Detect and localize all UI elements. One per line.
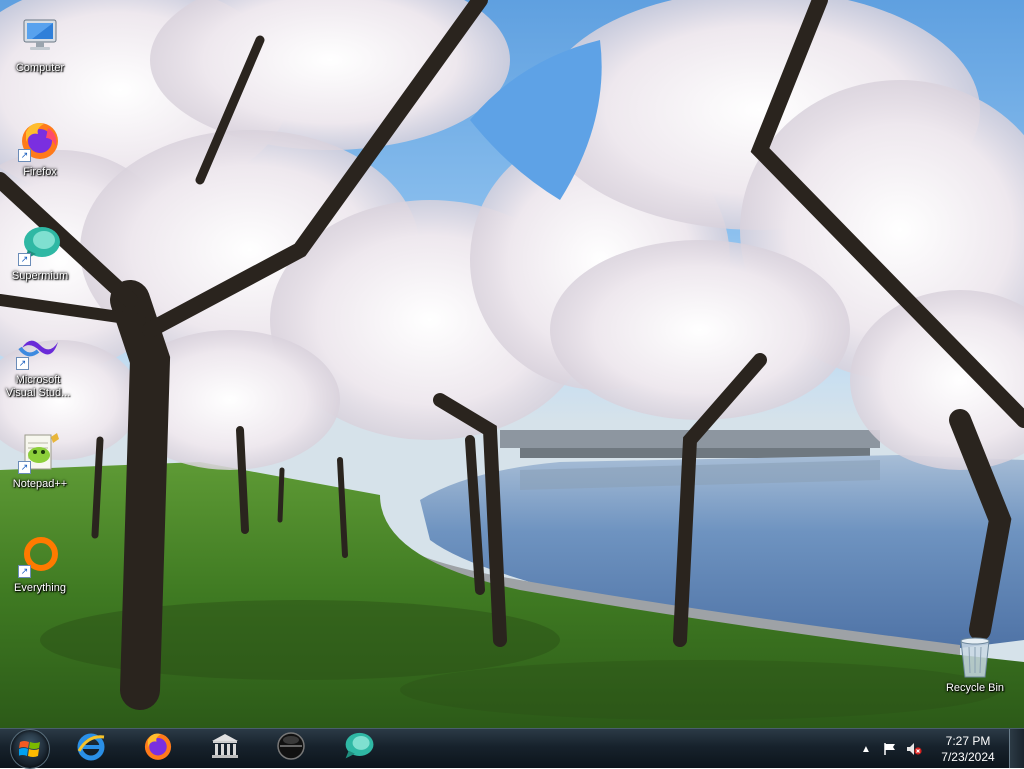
supermium-icon bbox=[341, 730, 375, 767]
windows-logo-icon bbox=[10, 729, 50, 769]
desktop-icon-label: Supermium bbox=[11, 270, 69, 282]
desktop-icon-label: Microsoft Visual Stud... bbox=[5, 374, 71, 399]
everything-search-icon: ↗ bbox=[16, 532, 64, 580]
desktop-icon-everything[interactable]: ↗ Everything bbox=[2, 528, 78, 612]
desktop-icon-supermium[interactable]: ↗ Supermium bbox=[2, 216, 78, 300]
taskbar-library[interactable] bbox=[197, 730, 253, 767]
desktop-icon-computer[interactable]: Computer bbox=[2, 8, 78, 92]
taskbar-firefox[interactable] bbox=[130, 730, 186, 767]
desktop-icon-label: Firefox bbox=[23, 166, 57, 178]
desktop-icon-notepad-plus-plus[interactable]: ↗ Notepad++ bbox=[2, 424, 78, 508]
volume-muted-icon[interactable] bbox=[906, 741, 922, 757]
show-desktop-button[interactable] bbox=[1009, 729, 1024, 768]
taskbar-dark-orb-app[interactable] bbox=[263, 730, 319, 767]
visual-studio-icon: ↗ bbox=[14, 324, 62, 372]
start-button[interactable] bbox=[4, 729, 56, 769]
library-icon bbox=[210, 732, 240, 765]
clock-time: 7:27 PM bbox=[945, 734, 991, 748]
shortcut-arrow-icon: ↗ bbox=[16, 357, 29, 370]
firefox-icon bbox=[142, 730, 174, 767]
recycle-bin-icon bbox=[951, 632, 999, 680]
supermium-icon: ↗ bbox=[16, 220, 64, 268]
shortcut-arrow-icon: ↗ bbox=[18, 565, 31, 578]
taskbar-clock[interactable]: 7:27 PM 7/23/2024 bbox=[938, 733, 998, 765]
desktop-icon-recycle-bin[interactable]: Recycle Bin bbox=[937, 628, 1013, 712]
shortcut-arrow-icon: ↗ bbox=[18, 461, 31, 474]
firefox-icon: ↗ bbox=[16, 116, 64, 164]
clock-date: 7/23/2024 bbox=[941, 750, 995, 764]
show-hidden-icons-icon[interactable]: ▲ bbox=[858, 741, 874, 757]
taskbar-internet-explorer[interactable] bbox=[63, 730, 119, 767]
shortcut-arrow-icon: ↗ bbox=[18, 149, 31, 162]
desktop-icon-label: Computer bbox=[15, 62, 65, 74]
internet-explorer-icon bbox=[76, 731, 106, 766]
desktop-icon-visual-studio[interactable]: ↗ Microsoft Visual Stud... bbox=[0, 320, 76, 404]
desktop-icon-label: Recycle Bin bbox=[945, 682, 1005, 694]
taskbar-supermium[interactable] bbox=[330, 730, 386, 767]
notification-area: ▲ 7:27 PM 7/23/2024 bbox=[854, 729, 1002, 769]
notepad-plus-plus-icon: ↗ bbox=[16, 428, 64, 476]
action-center-flag-icon[interactable] bbox=[882, 741, 898, 757]
desktop-icon-label: Everything bbox=[14, 582, 66, 594]
desktop-icon-firefox[interactable]: ↗ Firefox bbox=[2, 112, 78, 196]
dark-orb-icon bbox=[276, 731, 306, 766]
shortcut-arrow-icon: ↗ bbox=[18, 253, 31, 266]
desktop-wallpaper bbox=[0, 0, 1024, 728]
computer-icon bbox=[16, 12, 64, 60]
desktop-icon-label: Notepad++ bbox=[12, 478, 68, 490]
taskbar: ▲ 7:27 PM 7/23/2024 bbox=[0, 728, 1024, 769]
cherry-blossom-scene bbox=[0, 0, 1024, 728]
